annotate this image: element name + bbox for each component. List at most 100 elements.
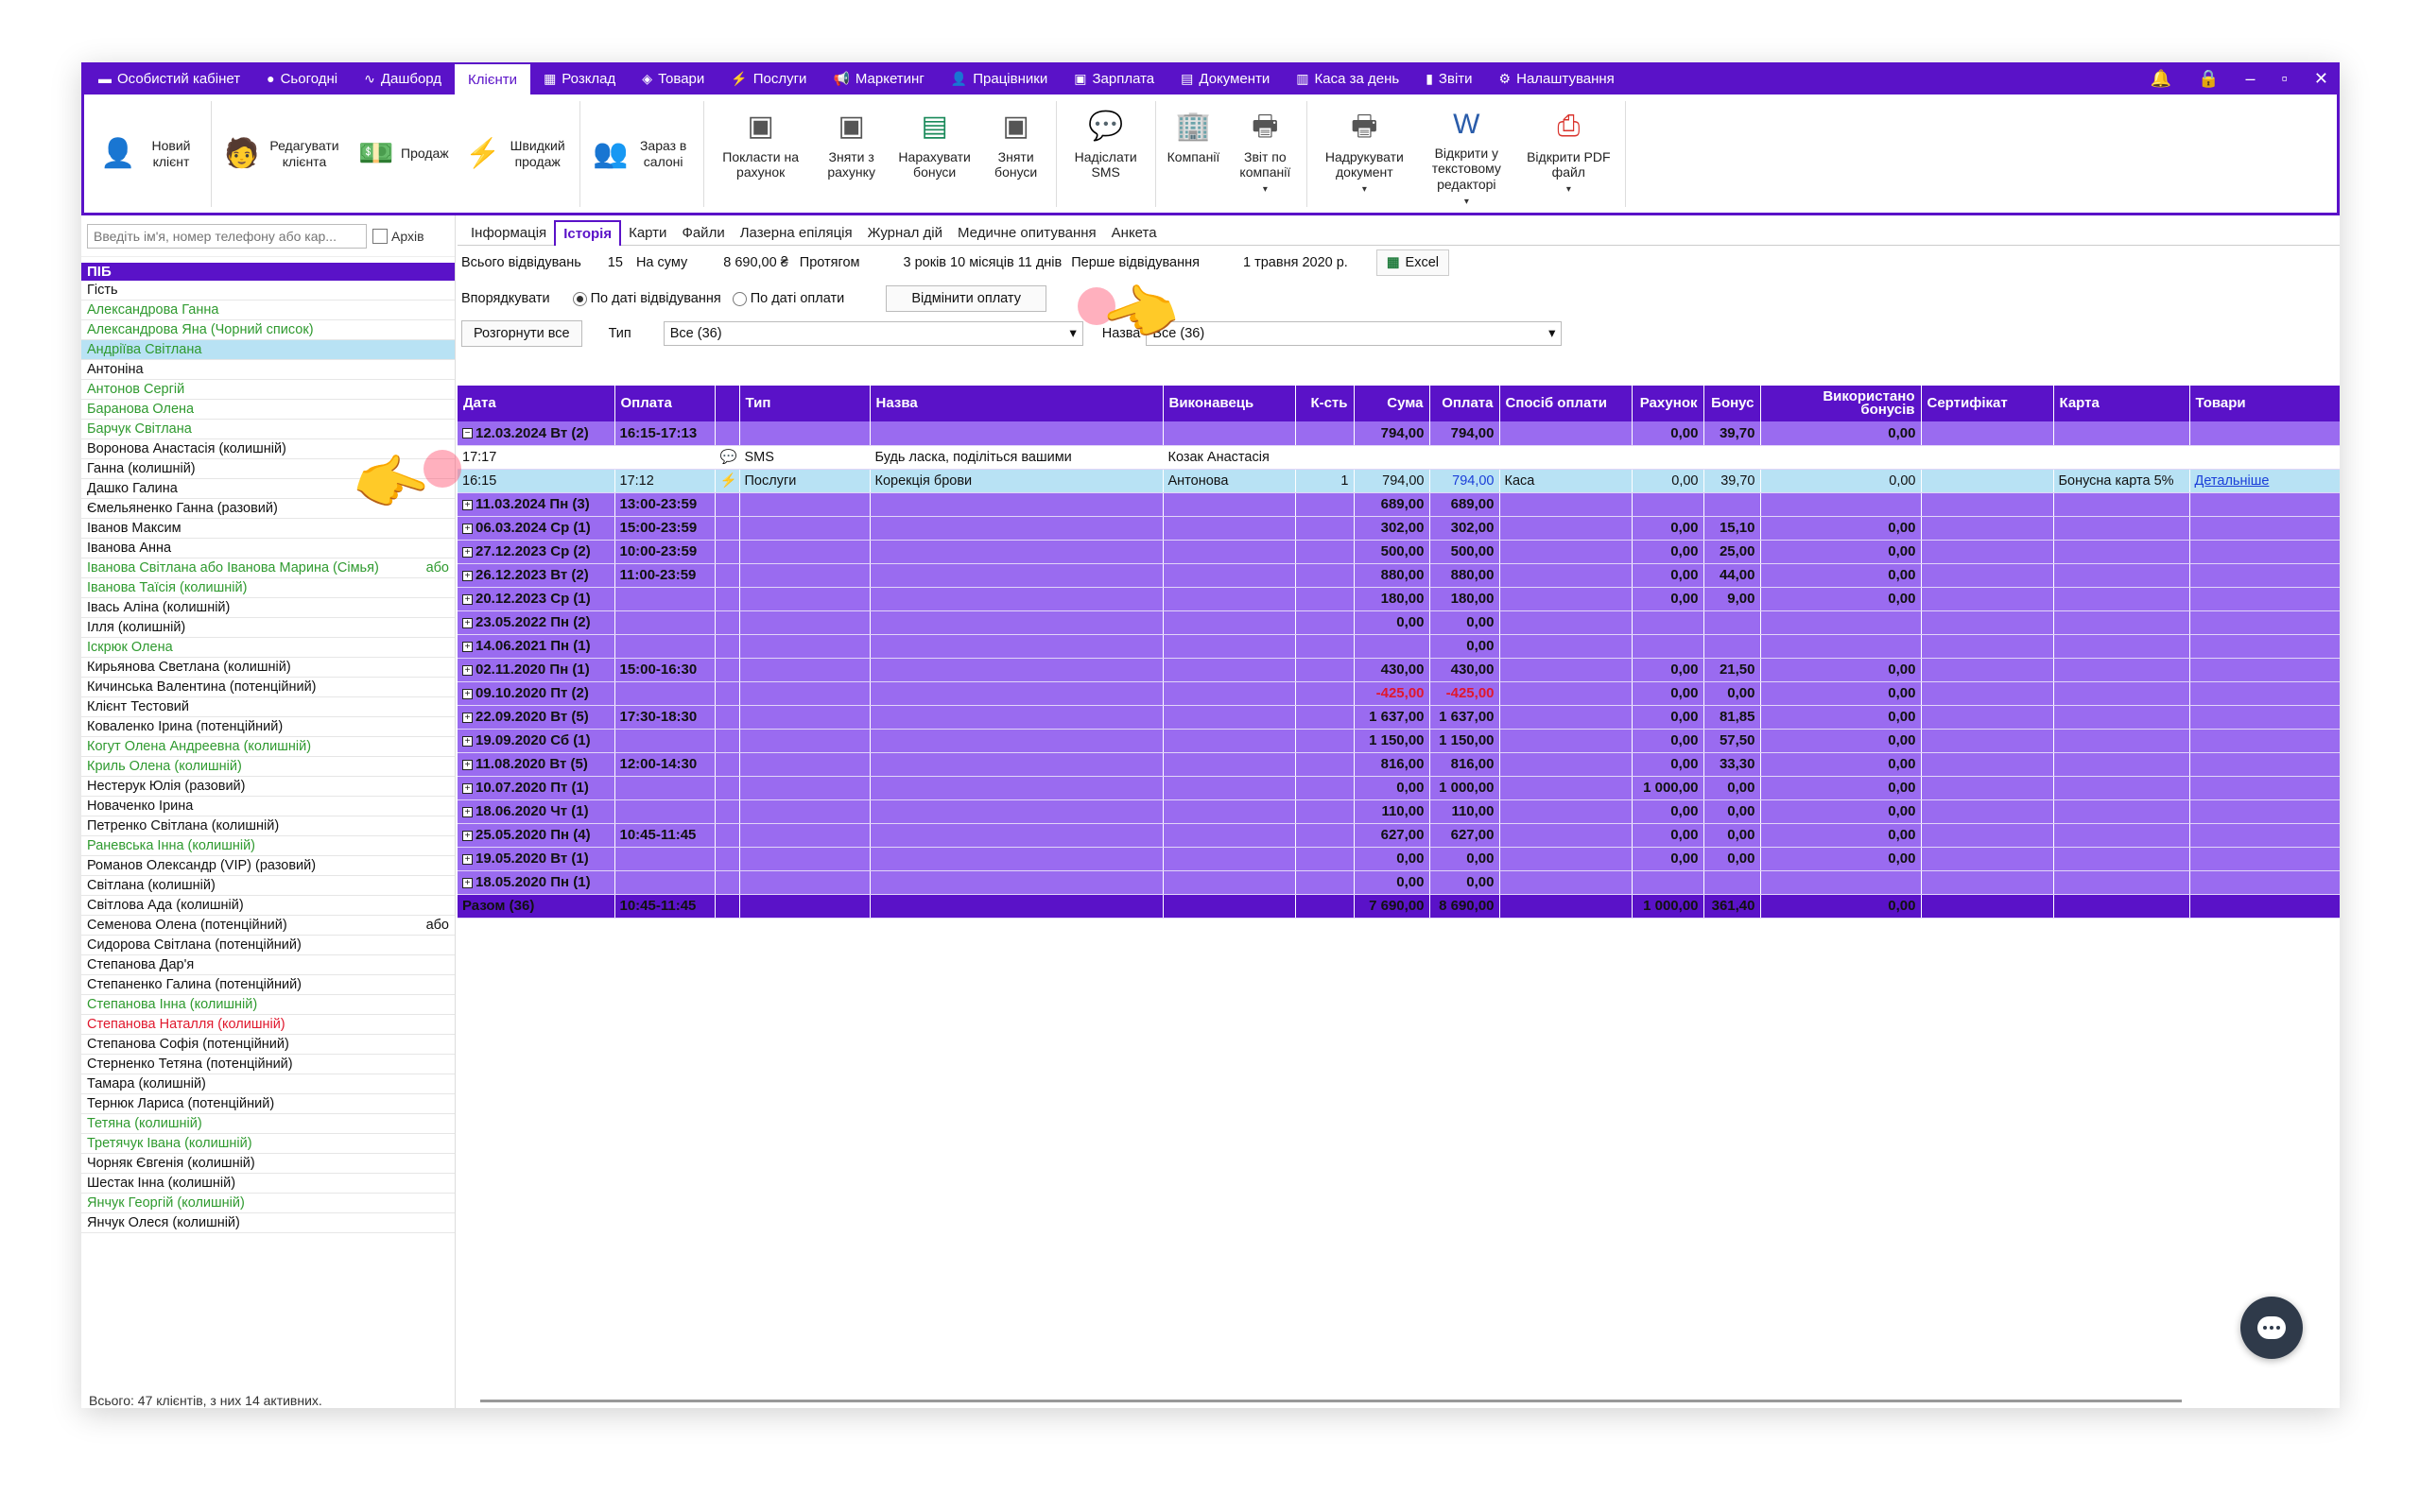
client-list-item[interactable]: Янчук Георгій (колишній) bbox=[81, 1194, 455, 1213]
total-row[interactable]: Разом (36) 10:45-11:45 7 690,00 8 690,00 1 0… bbox=[458, 894, 2340, 919]
client-list-item[interactable]: Клієнт Тестовий bbox=[81, 697, 455, 717]
client-list-item[interactable]: Іванова Світлана або Іванова Марина (Сім… bbox=[81, 558, 455, 578]
new-client-button[interactable]: 👤 Новий клієнт bbox=[92, 102, 207, 206]
nav-item-3[interactable]: Клієнти bbox=[455, 64, 531, 94]
expand-toggle[interactable]: + bbox=[462, 712, 473, 723]
tab-5[interactable]: Журнал дій bbox=[860, 221, 950, 245]
tab-3[interactable]: Файли bbox=[674, 221, 732, 245]
excel-export-button[interactable]: ▦ Excel bbox=[1375, 249, 1450, 276]
client-list-item[interactable]: Ілля (колишній) bbox=[81, 618, 455, 638]
nav-item-5[interactable]: ◈ Товари bbox=[629, 62, 717, 94]
visit-group-row[interactable]: +23.05.2022 Пн (2) 0,00 0,00 bbox=[458, 610, 2340, 635]
client-list-item[interactable]: Когут Олена Андреевна (колишній) bbox=[81, 737, 455, 757]
archive-checkbox[interactable]: Архів bbox=[372, 228, 424, 244]
client-list-item[interactable]: Кирьянова Светлана (колишній) bbox=[81, 658, 455, 678]
tab-2[interactable]: Карти bbox=[621, 221, 674, 245]
visit-group-row[interactable]: +27.12.2023 Ср (2) 10:00-23:59 500,00 500,0… bbox=[458, 540, 2340, 564]
visit-group-row[interactable]: +22.09.2020 Вт (5) 17:30-18:30 1 637,00 1 6… bbox=[458, 705, 2340, 730]
chat-support-button[interactable] bbox=[2240, 1297, 2303, 1359]
visit-group-row[interactable]: +19.05.2020 Вт (1) 0,00 0,00 0,00 0,00 0,00 bbox=[458, 847, 2340, 871]
visit-group-row[interactable]: +10.07.2020 Пт (1) 0,00 1 000,00 1 000,00 0,… bbox=[458, 776, 2340, 800]
send-sms-button[interactable]: 💬 Надіслати SMS bbox=[1061, 102, 1151, 206]
cancel-payment-button[interactable]: Відмінити оплату bbox=[886, 285, 1047, 312]
client-list-item[interactable]: Антонов Сергій bbox=[81, 380, 455, 400]
visit-group-row[interactable]: +18.06.2020 Чт (1) 110,00 110,00 0,00 0,00 0,… bbox=[458, 799, 2340, 824]
expand-toggle[interactable]: + bbox=[462, 688, 473, 699]
client-list-item[interactable]: Іванова Таїсія (колишній) bbox=[81, 578, 455, 598]
expand-toggle[interactable]: + bbox=[462, 664, 473, 676]
client-list-item[interactable]: Петренко Світлана (колишній) bbox=[81, 816, 455, 836]
expand-toggle[interactable]: + bbox=[462, 830, 473, 841]
client-list-item[interactable]: Гість bbox=[81, 281, 455, 301]
client-list-item[interactable]: Степанова Софія (потенційний) bbox=[81, 1035, 455, 1055]
column-header[interactable]: Назва bbox=[870, 386, 1164, 421]
expand-toggle[interactable]: − bbox=[462, 428, 473, 439]
column-header[interactable]: Оплата bbox=[1429, 386, 1500, 421]
expand-toggle[interactable]: + bbox=[462, 735, 473, 747]
expand-toggle[interactable]: + bbox=[462, 593, 473, 605]
client-list-item[interactable]: Тернюк Лариса (потенційний) bbox=[81, 1094, 455, 1114]
nav-item-11[interactable]: ▥ Каса за день bbox=[1283, 62, 1412, 94]
visit-group-row[interactable]: +25.05.2020 Пн (4) 10:45-11:45 627,00 627,0… bbox=[458, 823, 2340, 848]
edit-client-button[interactable]: 🧑 Редагувати клієнта bbox=[216, 102, 350, 206]
horizontal-scrollbar[interactable] bbox=[480, 1400, 2182, 1402]
expand-toggle[interactable]: + bbox=[462, 877, 473, 888]
visit-group-row[interactable]: +18.05.2020 Пн (1) 0,00 0,00 bbox=[458, 870, 2340, 895]
in-salon-button[interactable]: 👥 Зараз в салоні bbox=[584, 102, 700, 206]
nav-item-1[interactable]: ● Сьогодні bbox=[253, 62, 351, 94]
visit-group-row[interactable]: +02.11.2020 Пн (1) 15:00-16:30 430,00 430,0… bbox=[458, 658, 2340, 682]
nav-item-9[interactable]: ▣ Зарплата bbox=[1061, 62, 1167, 94]
visit-group-row[interactable]: +06.03.2024 Ср (1) 15:00-23:59 302,00 302,0… bbox=[458, 516, 2340, 541]
client-list-item[interactable]: Світлана (колишній) bbox=[81, 876, 455, 896]
open-pdf-button[interactable]: ⎙ Відкрити PDF файл ▾ bbox=[1515, 102, 1621, 206]
expand-toggle[interactable]: + bbox=[462, 759, 473, 770]
column-header[interactable]: Дата bbox=[458, 386, 615, 421]
visit-group-row[interactable]: +20.12.2023 Ср (1) 180,00 180,00 0,00 9,00 0,… bbox=[458, 587, 2340, 611]
client-list-item[interactable]: Тетяна (колишній) bbox=[81, 1114, 455, 1134]
visit-group-row[interactable]: +09.10.2020 Пт (2) -425,00 -425,00 0,00 0,00… bbox=[458, 681, 2340, 706]
client-list-item[interactable]: Стерненко Тетяна (потенційний) bbox=[81, 1055, 455, 1074]
put-account-button[interactable]: ▣ Покласти на рахунок bbox=[708, 102, 814, 206]
sort-by-payment-radio[interactable]: По даті оплати bbox=[732, 291, 844, 306]
visit-group-row[interactable]: +14.06.2021 Пн (1) 0,00 bbox=[458, 634, 2340, 659]
column-header[interactable]: К-сть bbox=[1295, 386, 1355, 421]
expand-toggle[interactable]: + bbox=[462, 570, 473, 581]
client-list-item[interactable]: Кичинська Валентина (потенційний) bbox=[81, 678, 455, 697]
expand-toggle[interactable]: + bbox=[462, 523, 473, 534]
client-list-item[interactable]: Степаненко Галина (потенційний) bbox=[81, 975, 455, 995]
tab-7[interactable]: Анкета bbox=[1104, 221, 1165, 245]
companies-button[interactable]: 🏢 Компанії bbox=[1160, 102, 1228, 206]
client-list-item[interactable]: Степанова Інна (колишній) bbox=[81, 995, 455, 1015]
open-text-editor-button[interactable]: W Відкрити у текстовому редакторі ▾ bbox=[1417, 102, 1515, 207]
client-list-item[interactable]: Семенова Олена (потенційний) або bbox=[81, 916, 455, 936]
tab-1[interactable]: Історія bbox=[554, 220, 622, 246]
column-header[interactable]: Тип bbox=[739, 386, 871, 421]
company-report-button[interactable]: 🖶 Звіт по компанії ▾ bbox=[1227, 102, 1303, 206]
client-list-item[interactable]: Степанова Дар'я bbox=[81, 955, 455, 975]
client-list-item[interactable]: Раневська Інна (колишній) bbox=[81, 836, 455, 856]
expand-toggle[interactable]: + bbox=[462, 546, 473, 558]
sort-by-visit-radio[interactable]: По даті відвідування bbox=[572, 291, 721, 306]
table-row[interactable]: 17:17 💬 SMS Будь ласка, поділіться вашими Ко… bbox=[458, 445, 2340, 470]
client-list-item[interactable]: Криль Олена (колишній) bbox=[81, 757, 455, 777]
nav-item-12[interactable]: ▮ Звіти bbox=[1412, 62, 1485, 94]
expand-toggle[interactable]: + bbox=[462, 641, 473, 652]
column-header[interactable]: Оплата bbox=[614, 386, 716, 421]
column-header[interactable] bbox=[715, 386, 740, 421]
print-document-button[interactable]: 🖶 Надрукувати документ ▾ bbox=[1311, 102, 1417, 206]
client-list-item[interactable]: Чорняк Євгенія (колишній) bbox=[81, 1154, 455, 1174]
details-link[interactable]: Детальніше bbox=[2195, 473, 2270, 489]
withdraw-bonus-button[interactable]: ▣ Зняти бонуси bbox=[980, 102, 1052, 206]
client-list-item[interactable]: Тамара (колишній) bbox=[81, 1074, 455, 1094]
client-list-item[interactable]: Андріїва Світлана bbox=[81, 340, 455, 360]
sale-button[interactable]: 💵 Продаж bbox=[350, 102, 457, 206]
checkbox-box[interactable] bbox=[372, 228, 388, 244]
client-list-item[interactable]: Івась Аліна (колишній) bbox=[81, 598, 455, 618]
nav-item-6[interactable]: ⚡ Послуги bbox=[717, 62, 820, 94]
name-filter-select[interactable]: Все (36) ▾ bbox=[1146, 321, 1563, 346]
client-list-item[interactable]: Третячук Івана (колишній) bbox=[81, 1134, 455, 1154]
tab-0[interactable]: Інформація bbox=[463, 221, 554, 245]
client-list-item[interactable]: Сидорова Світлана (потенційний) bbox=[81, 936, 455, 955]
close-icon[interactable]: ✕ bbox=[2314, 69, 2328, 89]
client-list-item[interactable]: Нестерук Юлія (разовий) bbox=[81, 777, 455, 797]
